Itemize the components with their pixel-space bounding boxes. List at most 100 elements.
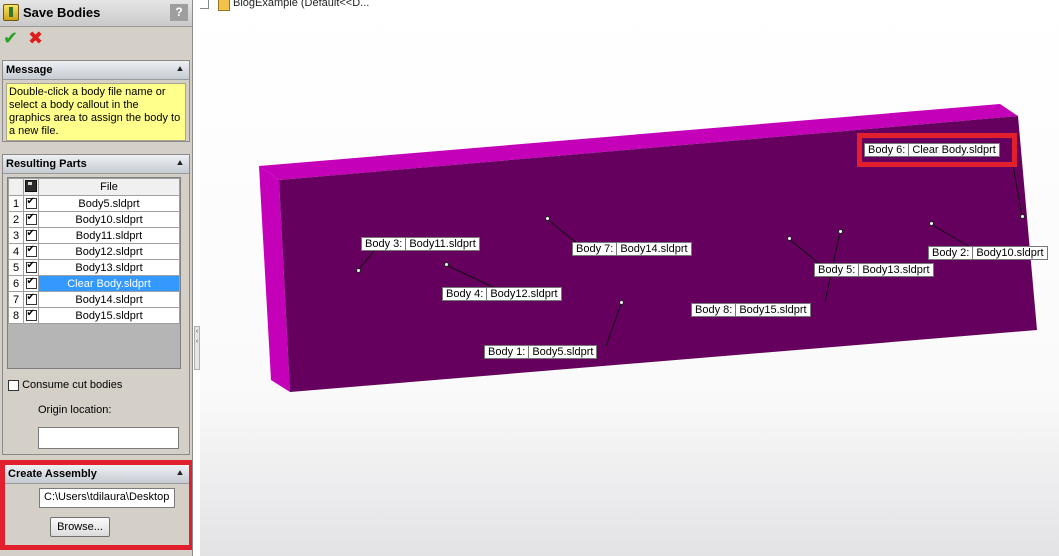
row-save-checkbox[interactable] [23,211,39,228]
consume-cut-bodies-label: Consume cut bodies [22,379,123,391]
graphics-area[interactable]: BlogExample (Default<<D... Body 6: Clear… [200,0,1059,556]
collapse-chevron-icon[interactable]: ⯅ [174,63,186,75]
body-callout-1[interactable]: Body 1: Body5.sldprt [484,345,598,359]
row-save-checkbox[interactable] [23,275,39,292]
callout-file: Body15.sldprt [739,304,807,316]
row-save-checkbox[interactable] [23,227,39,244]
property-manager-panel: Save Bodies ? ✔ ✖ Message ⯅ Double-click… [0,0,193,556]
row-file-name[interactable]: Body10.sldprt [38,211,180,228]
table-row[interactable]: 8 Body15.sldprt [8,307,180,324]
checkbox-icon[interactable] [25,196,37,210]
collapse-chevron-icon[interactable]: ⯅ [174,157,186,169]
table-row[interactable]: 2 Body10.sldprt [8,211,180,228]
callout-id: Body 1: [485,346,530,358]
create-assembly-header[interactable]: Create Assembly ⯅ [5,465,189,484]
row-number: 5 [8,259,24,276]
table-row[interactable]: 6 Clear Body.sldprt [8,275,180,292]
row-number: 6 [8,275,24,292]
row-save-checkbox[interactable] [23,307,39,324]
body-callout-8[interactable]: Body 8: Body15.sldprt [691,303,811,317]
part-icon [218,0,230,11]
origin-location-label: Origin location: [38,404,112,416]
callout-file: Body11.sldprt [409,238,476,250]
ok-cancel-bar: ✔ ✖ [2,28,62,50]
table-row[interactable]: 3 Body11.sldprt [8,227,180,244]
row-file-name[interactable]: Body5.sldprt [38,195,180,212]
callout-anchor-dot[interactable] [619,300,624,305]
file-column-header[interactable]: File [38,178,180,196]
row-save-checkbox[interactable] [23,259,39,276]
body-callout-3[interactable]: Body 3: Body11.sldprt [361,237,480,251]
checkbox-icon[interactable] [25,308,37,322]
callout-anchor-dot[interactable] [787,236,792,241]
callout-id: Body 5: [815,264,860,276]
row-file-name[interactable]: Body13.sldprt [38,259,180,276]
tree-part-label[interactable]: BlogExample (Default<<D... [233,0,369,9]
cancel-x-icon[interactable]: ✖ [28,28,43,49]
assembly-path-field[interactable]: C:\Users\tdilaura\Desktop [39,488,175,508]
message-group-header[interactable]: Message ⯅ [3,61,189,80]
consume-cut-bodies-row[interactable]: Consume cut bodies [8,379,122,391]
message-text: Double-click a body file name or select … [6,83,186,141]
table-row[interactable]: 5 Body13.sldprt [8,259,180,276]
callout-id: Body 2: [929,247,974,259]
checkbox-icon[interactable] [25,260,37,274]
callout-anchor-dot[interactable] [929,221,934,226]
body-callout-4[interactable]: Body 4: Body12.sldprt [442,287,562,301]
message-header-label: Message [6,64,53,76]
body-callout-5[interactable]: Body 5: Body13.sldprt [814,263,934,277]
checkbox-icon[interactable] [25,212,37,226]
body-callout-2[interactable]: Body 2: Body10.sldprt [928,246,1048,260]
message-group: Message ⯅ Double-click a body file name … [2,60,190,142]
row-save-checkbox[interactable] [23,195,39,212]
resulting-parts-group: Resulting Parts ⯅ File 1 Body5.sldprt 2 Bod… [2,154,190,455]
row-number: 1 [8,195,24,212]
panel-title-bar: Save Bodies ? [0,0,192,27]
checkbox-icon[interactable] [25,276,37,290]
checkbox-icon[interactable] [25,244,37,258]
row-save-checkbox[interactable] [23,243,39,260]
row-number: 4 [8,243,24,260]
body-callout-7[interactable]: Body 7: Body14.sldprt [572,242,692,256]
consume-cut-bodies-checkbox[interactable] [8,379,19,391]
row-file-name[interactable]: Body12.sldprt [38,243,180,260]
callout-anchor-dot[interactable] [444,262,449,267]
row-file-name[interactable]: Body11.sldprt [38,227,180,244]
graphics-canvas [200,0,1059,556]
callout-file: Body10.sldprt [976,247,1044,259]
callout-file: Body13.sldprt [862,264,930,276]
callout-anchor-dot[interactable] [838,229,843,234]
checkbox-icon[interactable] [25,292,37,306]
resulting-parts-label: Resulting Parts [6,158,87,170]
row-file-name[interactable]: Body15.sldprt [38,307,180,324]
table-row[interactable]: 4 Body12.sldprt [8,243,180,260]
origin-location-field[interactable] [38,427,179,449]
row-file-name[interactable]: Clear Body.sldprt [38,275,180,292]
table-row[interactable]: 7 Body14.sldprt [8,291,180,308]
checkbox-icon[interactable] [25,228,37,242]
body-callout-6[interactable]: Body 6: Clear Body.sldprt [864,143,1000,157]
callout-anchor-dot[interactable] [1020,214,1025,219]
save-disk-icon [25,179,37,192]
ok-checkmark-icon[interactable]: ✔ [3,28,18,49]
callout-id: Body 8: [692,304,737,316]
row-file-name[interactable]: Body14.sldprt [38,291,180,308]
tree-expander-icon[interactable] [200,0,209,9]
help-button[interactable]: ? [170,4,188,21]
resulting-parts-header[interactable]: Resulting Parts ⯅ [3,155,189,174]
callout-file: Clear Body.sldprt [912,144,996,156]
row-save-checkbox[interactable] [23,291,39,308]
callout-id: Body 3: [362,238,407,250]
row-number-header [8,178,24,196]
callout-id: Body 7: [573,243,618,255]
callout-id: Body 6: [865,144,910,156]
collapse-chevron-icon[interactable]: ⯅ [174,467,186,479]
row-number: 7 [8,291,24,308]
create-assembly-group: Create Assembly ⯅ C:\Users\tdilaura\Desk… [5,465,189,545]
browse-button[interactable]: Browse... [50,517,110,537]
callout-anchor-dot[interactable] [545,216,550,221]
table-row[interactable]: 1 Body5.sldprt [8,195,180,212]
callout-anchor-dot[interactable] [356,268,361,273]
row-number: 3 [8,227,24,244]
callout-file: Body5.sldprt [532,346,594,358]
